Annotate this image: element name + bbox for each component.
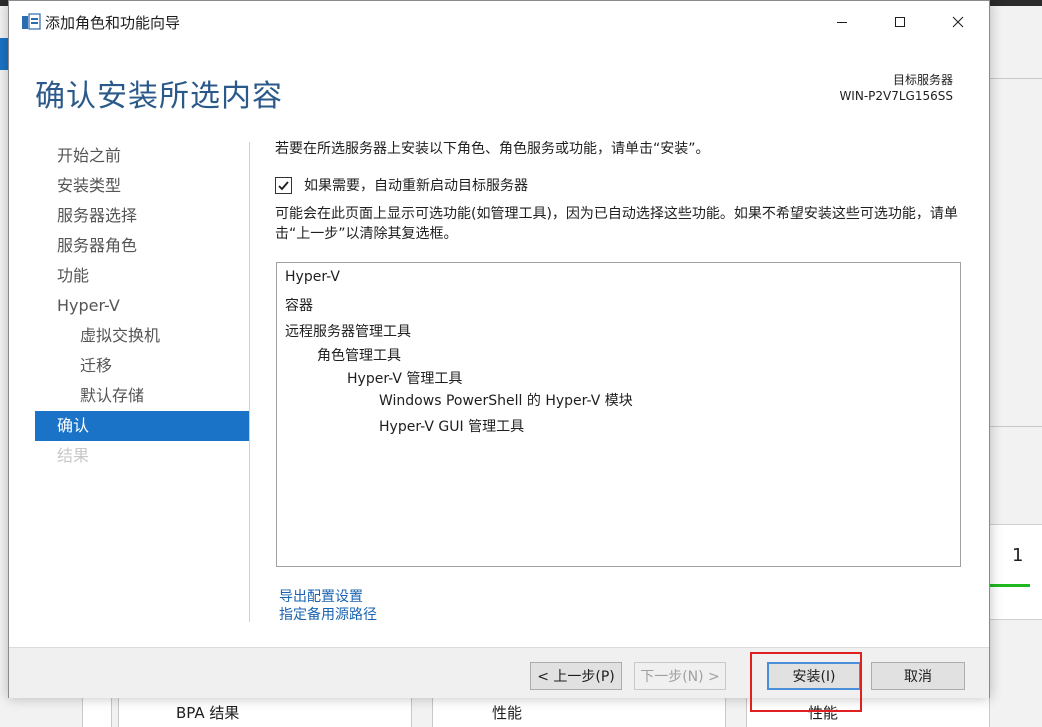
background-tile-count: 1 bbox=[1012, 545, 1024, 566]
target-server-name: WIN-P2V7LG156SS bbox=[839, 89, 953, 103]
background-column bbox=[118, 696, 412, 727]
background-column bbox=[432, 696, 726, 727]
add-roles-wizard-dialog: 添加角色和功能向导 确认安装所选内容 目标服务器 WIN-P2V7LG156SS… bbox=[8, 0, 990, 698]
nav-step-results: 结果 bbox=[57, 446, 90, 465]
restart-option[interactable]: 如果需要，自动重新启动目标服务器 bbox=[275, 175, 528, 195]
minimize-icon bbox=[837, 22, 847, 23]
confirmation-content: 若要在所选服务器上安装以下角色、角色服务或功能，请单击“安装”。 如果需要，自动… bbox=[275, 138, 965, 242]
feature-item: 角色管理工具 bbox=[317, 348, 401, 364]
nav-step-confirmation[interactable]: 确认 bbox=[35, 411, 249, 441]
nav-step-server-roles[interactable]: 服务器角色 bbox=[35, 231, 249, 261]
nav-step-virtual-switches[interactable]: 虚拟交换机 bbox=[35, 321, 249, 351]
export-configuration-link[interactable]: 导出配置设置 bbox=[279, 586, 363, 606]
feature-item: Hyper-V 管理工具 bbox=[347, 371, 463, 387]
maximize-icon bbox=[895, 17, 905, 27]
install-button-highlight bbox=[750, 652, 862, 712]
nav-step-default-stores[interactable]: 默认存储 bbox=[35, 381, 249, 411]
background-left-accent bbox=[0, 38, 8, 70]
feature-item: Windows PowerShell 的 Hyper-V 模块 bbox=[379, 393, 633, 409]
nav-step-features[interactable]: 功能 bbox=[35, 261, 249, 291]
next-button: 下一步(N) > bbox=[634, 662, 726, 690]
close-icon bbox=[952, 16, 964, 28]
target-server-label: 目标服务器 bbox=[892, 73, 953, 87]
feature-item: 远程服务器管理工具 bbox=[285, 324, 411, 340]
feature-item: Hyper-V bbox=[285, 269, 340, 285]
nav-step-hyper-v[interactable]: Hyper-V bbox=[35, 291, 249, 321]
background-column bbox=[82, 696, 112, 727]
background-column-label: 性能 bbox=[492, 704, 523, 722]
server-manager-icon bbox=[22, 13, 41, 30]
background-tile bbox=[990, 524, 1042, 620]
nav-divider bbox=[249, 142, 250, 622]
restart-checkbox-label[interactable]: 如果需要，自动重新启动目标服务器 bbox=[304, 175, 528, 195]
wizard-steps-nav: 开始之前 安装类型 服务器选择 服务器角色 功能 Hyper-V 虚拟交换机 迁… bbox=[35, 141, 249, 471]
cancel-button[interactable]: 取消 bbox=[871, 662, 965, 690]
title-bar[interactable]: 添加角色和功能向导 bbox=[9, 1, 989, 43]
page-title: 确认安装所选内容 bbox=[35, 79, 283, 114]
minimize-button[interactable] bbox=[819, 1, 865, 43]
feature-item: Hyper-V GUI 管理工具 bbox=[379, 419, 525, 435]
background-divider bbox=[990, 78, 1042, 79]
feature-item: 容器 bbox=[285, 298, 313, 314]
optional-features-note: 可能会在此页面上显示可选功能(如管理工具)，因为已自动选择这些功能。如果不希望安… bbox=[275, 206, 958, 242]
background-status-bar bbox=[990, 584, 1030, 587]
nav-step-before-you-begin[interactable]: 开始之前 bbox=[35, 141, 249, 171]
background-divider bbox=[990, 426, 1042, 427]
checkmark-icon bbox=[278, 180, 289, 190]
restart-checkbox[interactable] bbox=[275, 176, 292, 194]
nav-step-server-selection[interactable]: 服务器选择 bbox=[35, 201, 249, 231]
nav-step-migration[interactable]: 迁移 bbox=[35, 351, 249, 381]
background-column-label: BPA 结果 bbox=[176, 704, 240, 722]
previous-button[interactable]: < 上一步(P) bbox=[530, 662, 622, 690]
selected-features-list[interactable]: Hyper-V 容器 远程服务器管理工具 角色管理工具 Hyper-V 管理工具… bbox=[276, 262, 961, 567]
window-title: 添加角色和功能向导 bbox=[45, 14, 181, 32]
close-button[interactable] bbox=[935, 1, 981, 43]
specify-alternate-source-link[interactable]: 指定备用源路径 bbox=[279, 604, 377, 624]
maximize-button[interactable] bbox=[877, 1, 923, 43]
nav-step-installation-type[interactable]: 安装类型 bbox=[35, 171, 249, 201]
intro-text: 若要在所选服务器上安装以下角色、角色服务或功能，请单击“安装”。 bbox=[275, 141, 710, 157]
